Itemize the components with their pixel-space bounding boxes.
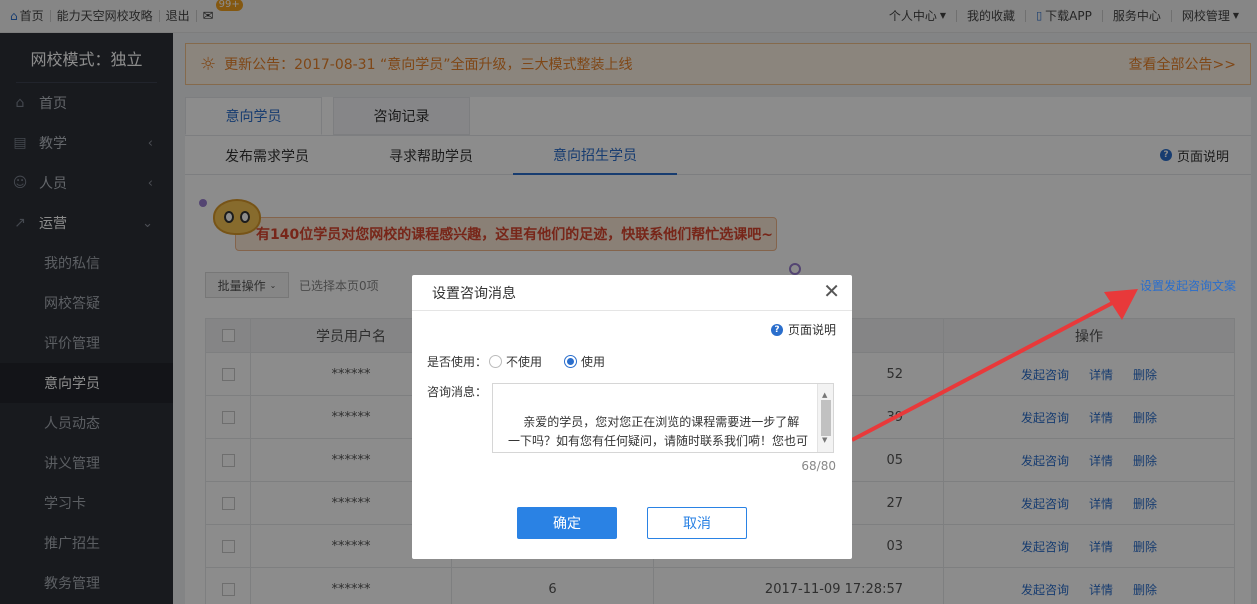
- radio-not-use-label: 不使用: [506, 355, 543, 369]
- dialog-header: 设置咨询消息 ✕: [412, 275, 852, 311]
- close-icon[interactable]: ✕: [823, 281, 840, 301]
- radio-button-selected[interactable]: [564, 355, 578, 368]
- radio-not-use[interactable]: 不使用: [489, 353, 542, 370]
- dialog-help-label: 页面说明: [787, 323, 836, 337]
- help-icon: ?: [770, 323, 783, 336]
- dialog-title: 设置咨询消息: [432, 285, 516, 302]
- use-toggle-row: 是否使用： 不使用 使用: [427, 353, 627, 370]
- radio-use-label: 使用: [581, 355, 606, 369]
- confirm-button[interactable]: 确定: [517, 507, 617, 539]
- char-count: 68/80: [801, 459, 836, 473]
- textarea-scrollbar[interactable]: ▲ ▼: [817, 384, 833, 452]
- scroll-down-icon[interactable]: ▼: [822, 431, 827, 450]
- dialog-help-link[interactable]: ? 页面说明: [770, 321, 836, 338]
- message-textarea[interactable]: 亲爱的学员，您对您正在浏览的课程需要进一步了解一下吗？如有您有任何疑问，请随时联…: [492, 383, 834, 453]
- radio-use[interactable]: 使用: [564, 353, 605, 370]
- message-text: 亲爱的学员，您对您正在浏览的课程需要进一步了解一下吗？如有您有任何疑问，请随时联…: [508, 415, 809, 448]
- use-label: 是否使用：: [427, 355, 488, 369]
- cancel-button[interactable]: 取消: [647, 507, 747, 539]
- consult-message-dialog: 设置咨询消息 ✕ ? 页面说明 是否使用： 不使用 使用 咨询消息： 亲爱的学员…: [412, 275, 852, 559]
- message-label: 咨询消息：: [427, 385, 488, 399]
- radio-button[interactable]: [489, 355, 503, 368]
- arrow-shaft: [851, 298, 1119, 442]
